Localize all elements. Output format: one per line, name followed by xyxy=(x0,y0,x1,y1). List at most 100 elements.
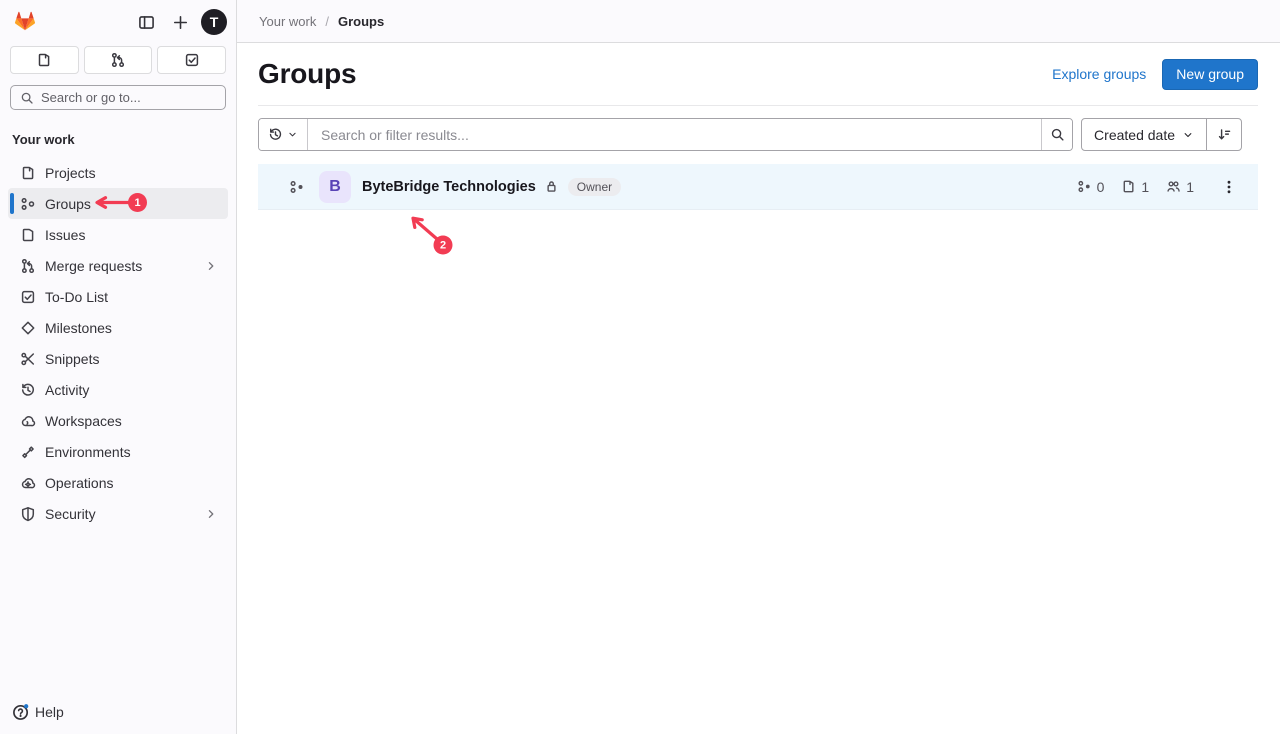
sidebar-item-label: Issues xyxy=(45,227,218,243)
header-actions: Explore groups New group xyxy=(1052,59,1258,90)
search-submit-button[interactable] xyxy=(1041,119,1072,150)
group-row-right: 0 1 1 xyxy=(1077,174,1242,200)
projects-count: 1 xyxy=(1141,179,1149,195)
sidebar-section-label: Your work xyxy=(0,110,236,153)
sort-by-dropdown[interactable]: Created date xyxy=(1081,118,1207,151)
milestone-diamond-icon xyxy=(20,320,36,336)
breadcrumb-bar: Your work / Groups xyxy=(237,0,1280,43)
projects-icon xyxy=(20,165,36,181)
gitlab-app: T xyxy=(0,0,1280,734)
environments-icon xyxy=(20,444,36,460)
filtered-search xyxy=(258,118,1073,151)
sidebar-item-snippets[interactable]: Snippets xyxy=(8,343,228,374)
shortcut-todo-button[interactable] xyxy=(157,46,226,74)
sidebar-item-label: To-Do List xyxy=(45,289,218,305)
sidebar-item-projects[interactable]: Projects xyxy=(8,157,228,188)
page-header: Groups Explore groups New group xyxy=(258,58,1258,90)
kebab-menu-icon xyxy=(1221,179,1237,195)
merge-request-icon xyxy=(110,52,126,68)
todo-check-icon xyxy=(184,52,200,68)
create-new-button[interactable] xyxy=(167,9,193,35)
search-history-dropdown[interactable] xyxy=(259,119,308,150)
sidebar-item-label: Security xyxy=(45,506,195,522)
sort-controls: Created date xyxy=(1081,118,1242,151)
new-group-button[interactable]: New group xyxy=(1162,59,1258,90)
page-title: Groups xyxy=(258,58,356,90)
sidebar-search[interactable]: Search or go to... xyxy=(10,85,226,110)
group-actions-kebab-button[interactable] xyxy=(1216,174,1242,200)
sidebar-item-security[interactable]: Security xyxy=(8,498,228,529)
header-divider xyxy=(258,105,1258,106)
stat-projects: 1 xyxy=(1121,179,1149,195)
sidebar-topbar: T xyxy=(0,0,236,44)
chevron-right-icon xyxy=(204,507,218,521)
sidebar: T xyxy=(0,0,237,734)
sidebar-item-issues[interactable]: Issues xyxy=(8,219,228,250)
projects-icon xyxy=(1121,179,1136,194)
group-name-link[interactable]: ByteBridge Technologies xyxy=(362,179,536,195)
stat-subgroups: 0 xyxy=(1077,179,1105,195)
sidebar-item-workspaces[interactable]: Workspaces xyxy=(8,405,228,436)
sidebar-item-label: Groups xyxy=(45,196,218,212)
operations-cloud-gear-icon xyxy=(20,475,36,491)
subgroups-count: 0 xyxy=(1097,179,1105,195)
groups-list: B ByteBridge Technologies Owner 0 xyxy=(258,164,1258,210)
groups-icon xyxy=(20,196,36,212)
search-icon xyxy=(20,91,34,105)
group-row[interactable]: B ByteBridge Technologies Owner 0 xyxy=(258,164,1258,210)
sidebar-item-merge-requests[interactable]: Merge requests xyxy=(8,250,228,281)
breadcrumb-your-work[interactable]: Your work xyxy=(259,14,316,29)
sort-descending-icon xyxy=(1217,127,1232,142)
plus-icon xyxy=(172,14,189,31)
explore-groups-link[interactable]: Explore groups xyxy=(1052,66,1146,82)
user-avatar[interactable]: T xyxy=(201,9,227,35)
sidebar-toggle-button[interactable] xyxy=(133,9,159,35)
issues-icon xyxy=(20,227,36,243)
user-avatar-letter: T xyxy=(210,14,219,30)
gitlab-logo-icon[interactable] xyxy=(12,9,38,35)
help-label: Help xyxy=(35,704,64,720)
sidebar-item-groups[interactable]: Groups xyxy=(8,188,228,219)
sidebar-item-label: Projects xyxy=(45,165,218,181)
owner-badge: Owner xyxy=(568,178,621,196)
members-icon xyxy=(1166,179,1181,194)
sidebar-item-label: Milestones xyxy=(45,320,218,336)
sidebar-item-label: Environments xyxy=(45,444,218,460)
search-icon xyxy=(1050,127,1065,142)
workspaces-cloud-icon xyxy=(20,413,36,429)
group-avatar[interactable]: B xyxy=(319,171,351,203)
panel-toggle-icon xyxy=(138,14,155,31)
subgroup-expand-icon[interactable] xyxy=(288,178,306,196)
sidebar-item-environments[interactable]: Environments xyxy=(8,436,228,467)
help-question-icon xyxy=(12,703,30,721)
issues-icon xyxy=(36,52,52,68)
breadcrumb-separator: / xyxy=(325,14,329,29)
sidebar-item-operations[interactable]: Operations xyxy=(8,467,228,498)
group-avatar-letter: B xyxy=(329,178,341,196)
sidebar-item-label: Activity xyxy=(45,382,218,398)
help-button[interactable]: Help xyxy=(0,690,236,734)
members-count: 1 xyxy=(1186,179,1194,195)
sidebar-search-placeholder: Search or go to... xyxy=(41,90,141,105)
merge-request-icon xyxy=(20,258,36,274)
content: Groups Explore groups New group xyxy=(237,43,1280,210)
sidebar-item-milestones[interactable]: Milestones xyxy=(8,312,228,343)
sidebar-nav: Projects Groups Issues Merge requests To… xyxy=(0,153,236,533)
snippets-scissors-icon xyxy=(20,351,36,367)
filter-bar: Created date xyxy=(258,118,1258,151)
sidebar-item-label: Workspaces xyxy=(45,413,218,429)
chevron-down-icon xyxy=(1182,129,1194,141)
shortcut-issues-button[interactable] xyxy=(10,46,79,74)
security-shield-icon xyxy=(20,506,36,522)
private-lock-icon xyxy=(544,179,559,194)
shortcut-merge-requests-button[interactable] xyxy=(84,46,153,74)
sort-direction-button[interactable] xyxy=(1206,118,1242,151)
main-area: Your work / Groups Groups Explore groups… xyxy=(237,0,1280,734)
sidebar-item-todo-list[interactable]: To-Do List xyxy=(8,281,228,312)
topbar-actions: T xyxy=(133,9,227,35)
sidebar-item-activity[interactable]: Activity xyxy=(8,374,228,405)
todo-check-icon xyxy=(20,289,36,305)
sort-by-label: Created date xyxy=(1094,127,1175,143)
filter-search-input[interactable] xyxy=(308,119,1041,150)
sidebar-shortcuts xyxy=(0,44,236,74)
